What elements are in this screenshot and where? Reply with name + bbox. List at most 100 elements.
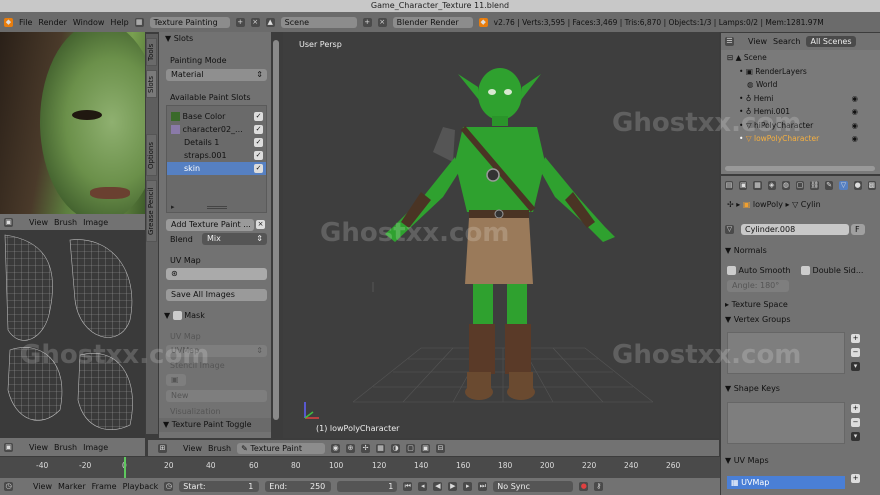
mesh-name-field[interactable]: Cylinder.008: [741, 224, 849, 235]
image-menu-view[interactable]: View: [29, 218, 48, 227]
viewport-menu-brush[interactable]: Brush: [208, 444, 231, 453]
image-menu-brush[interactable]: Brush: [54, 218, 77, 227]
menu-render[interactable]: Render: [38, 18, 66, 27]
sync-dropdown[interactable]: No Sync: [493, 481, 574, 492]
visibility-eye-icon[interactable]: ◉: [851, 132, 858, 146]
timeline-menu-marker[interactable]: Marker: [58, 482, 86, 491]
material-tab-icon[interactable]: ●: [853, 180, 862, 190]
constraints-tab-icon[interactable]: ⛓: [810, 180, 820, 190]
tree-row-world[interactable]: ◍ World: [727, 78, 880, 92]
render-preview-icon[interactable]: ◑: [391, 443, 401, 453]
slots-panel-header[interactable]: ▼ Slots: [159, 32, 271, 46]
record-icon[interactable]: ●: [579, 482, 589, 491]
data-tab-icon[interactable]: ▽: [839, 180, 848, 190]
prev-keyframe-icon[interactable]: ◂: [418, 482, 428, 491]
timeline-ruler[interactable]: -40 -20 0 20 40 60 80 100 120 140 160 18…: [0, 457, 720, 478]
double-sided-checkbox[interactable]: [801, 266, 810, 275]
tree-row-hipolycharacter[interactable]: • ▽ hiPolyCharacter ◉: [727, 119, 880, 133]
viewport-editor-type-icon[interactable]: ⊞: [158, 443, 167, 453]
normals-header[interactable]: ▼ Normals: [725, 246, 767, 255]
current-frame-marker[interactable]: [124, 457, 126, 478]
shape-keys-header[interactable]: ▼ Shape Keys: [725, 384, 780, 393]
tree-row-lowpolycharacter[interactable]: • ▽ lowPolyCharacter ◉: [727, 132, 880, 146]
add-scene-icon[interactable]: +: [362, 17, 372, 27]
list-item[interactable]: straps.001 ✓: [167, 149, 266, 162]
visibility-eye-icon[interactable]: ◉: [851, 92, 858, 106]
mesh-browse-icon[interactable]: ▽: [725, 225, 734, 234]
add-vertex-group-icon[interactable]: +: [851, 334, 860, 343]
object-tab-icon[interactable]: ▢: [796, 180, 805, 190]
outliner-type-icon[interactable]: ☰: [725, 37, 734, 46]
current-frame-field[interactable]: 1: [337, 481, 398, 492]
tree-row-scene[interactable]: ⊟ ▲ Scene: [727, 51, 880, 65]
vertex-group-menu-icon[interactable]: ▾: [851, 362, 860, 371]
scene-icon[interactable]: ▲: [265, 17, 275, 27]
vertex-mask-icon[interactable]: ▣: [421, 443, 431, 453]
remove-layout-icon[interactable]: ×: [250, 17, 260, 27]
3d-viewport[interactable]: User Persp (1) lowPolyCharacter: [283, 32, 719, 438]
play-icon[interactable]: ▶: [448, 482, 458, 491]
tree-row-renderlayers[interactable]: • ▣ RenderLayers: [727, 65, 880, 79]
manipulator-icon[interactable]: ✢: [361, 443, 371, 453]
auto-smooth-checkbox[interactable]: [727, 266, 736, 275]
timeline-menu-view[interactable]: View: [33, 482, 52, 491]
uvmap-field[interactable]: ⊛: [166, 268, 267, 280]
snap-icon[interactable]: ⊟: [436, 443, 446, 453]
save-all-images-button[interactable]: Save All Images: [166, 289, 267, 301]
keying-set-icon[interactable]: ⚷: [594, 482, 604, 491]
layout-selector[interactable]: Texture Painting: [149, 16, 230, 28]
uv-editor[interactable]: [0, 230, 145, 438]
fake-user-button[interactable]: F: [851, 224, 865, 235]
layout-icon[interactable]: ▦: [134, 17, 144, 27]
mode-selector[interactable]: ✎ Texture Paint: [237, 442, 326, 454]
new-image-button[interactable]: New: [166, 390, 267, 402]
double-sided-row[interactable]: Double Sid...: [801, 266, 863, 275]
uv-maps-header[interactable]: ▼ UV Maps: [725, 456, 769, 465]
uv-editor-type-icon[interactable]: ▣: [4, 442, 13, 452]
outliner-filter[interactable]: All Scenes: [806, 36, 856, 47]
end-frame-field[interactable]: End: 250: [265, 481, 332, 492]
reference-image[interactable]: [0, 32, 145, 214]
uv-menu-image[interactable]: Image: [83, 443, 108, 452]
tree-row-hemi001[interactable]: • ♁ Hemi.001 ◉: [727, 105, 880, 119]
editor-type-icon[interactable]: ▣: [4, 217, 13, 227]
slot-checkbox[interactable]: ✓: [254, 112, 263, 121]
texture-tab-icon[interactable]: ▩: [867, 180, 876, 190]
modifiers-tab-icon[interactable]: ✎: [825, 180, 834, 190]
pin-icon[interactable]: ✢: [727, 200, 734, 209]
layers-tab-icon[interactable]: ▦: [753, 180, 762, 190]
remove-scene-icon[interactable]: ×: [377, 17, 387, 27]
timeline-type-icon[interactable]: ◷: [4, 482, 13, 491]
remove-vertex-group-icon[interactable]: −: [851, 348, 860, 357]
visibility-eye-icon[interactable]: ◉: [851, 119, 858, 133]
jump-end-icon[interactable]: ⏭: [478, 482, 488, 491]
vertex-groups-list[interactable]: [727, 332, 845, 374]
uv-menu-view[interactable]: View: [29, 443, 48, 452]
scene-tab-icon[interactable]: ◈: [767, 180, 776, 190]
preview-range-icon[interactable]: ◷: [164, 482, 174, 491]
painting-mode-dropdown[interactable]: Material ⇕: [166, 69, 267, 81]
uvmap-list-item[interactable]: ▦ UVMap: [727, 476, 845, 489]
mask-section-header[interactable]: ▼ Mask: [164, 310, 264, 322]
start-frame-field[interactable]: Start: 1: [179, 481, 260, 492]
remove-slot-icon[interactable]: ×: [256, 220, 265, 229]
vertex-groups-header[interactable]: ▼ Vertex Groups: [725, 315, 790, 324]
tab-options[interactable]: Options: [146, 134, 157, 176]
play-reverse-icon[interactable]: ◀: [433, 482, 443, 491]
tab-slots[interactable]: Slots: [146, 70, 157, 98]
outliner-scrollbar[interactable]: [725, 166, 875, 171]
angle-field[interactable]: Angle: 180°: [727, 280, 789, 292]
list-item-selected[interactable]: skin ✓: [167, 162, 266, 175]
slot-checkbox[interactable]: ✓: [254, 164, 263, 173]
slot-checkbox[interactable]: ✓: [254, 151, 263, 160]
add-uvmap-icon[interactable]: +: [851, 474, 860, 483]
tab-tools[interactable]: Tools: [146, 38, 157, 66]
timeline-menu-frame[interactable]: Frame: [92, 482, 117, 491]
add-shape-key-icon[interactable]: +: [851, 404, 860, 413]
visibility-eye-icon[interactable]: ◉: [851, 105, 858, 119]
menu-help[interactable]: Help: [110, 18, 128, 27]
list-filter-icon[interactable]: ▸: [171, 203, 175, 211]
face-mask-icon[interactable]: ▢: [406, 443, 416, 453]
slot-checkbox[interactable]: ✓: [254, 138, 263, 147]
world-tab-icon[interactable]: ◍: [781, 180, 791, 190]
